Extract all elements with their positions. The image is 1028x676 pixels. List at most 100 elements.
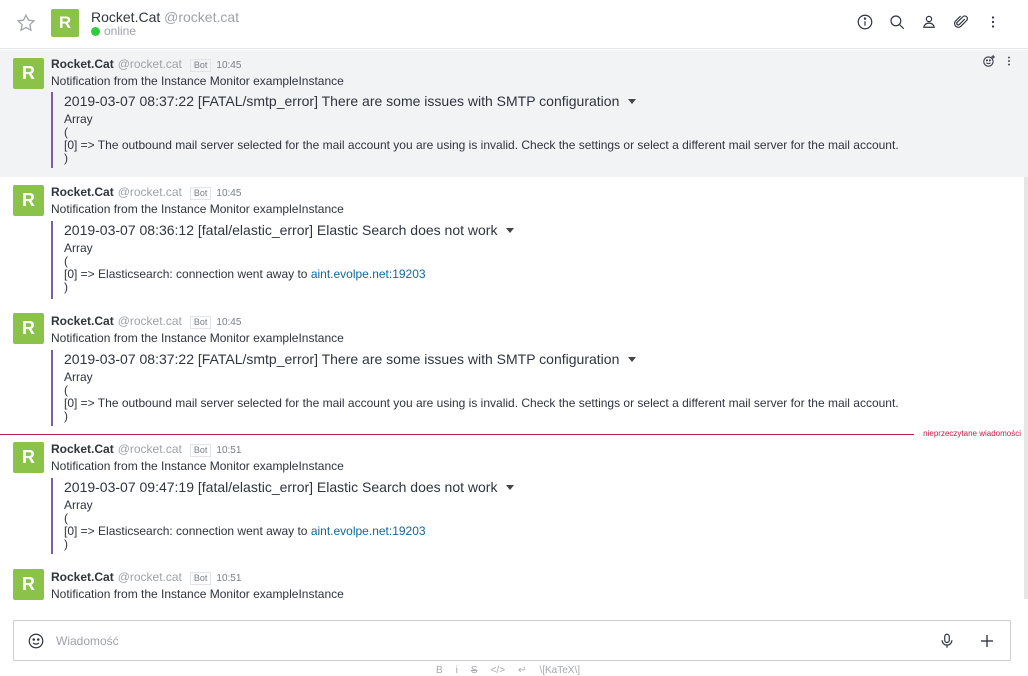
attachment-line: ) bbox=[64, 409, 68, 423]
attachment-body: Array ( [0] => The outbound mail server … bbox=[64, 113, 901, 165]
search-icon[interactable] bbox=[888, 13, 906, 31]
attachment: 2019-03-07 09:47:19 [fatal/elastic_error… bbox=[51, 478, 901, 554]
user-icon[interactable] bbox=[920, 13, 938, 31]
collapse-caret-icon[interactable] bbox=[506, 484, 515, 490]
message-time: 10:51 bbox=[216, 445, 242, 456]
bot-badge: Bot bbox=[189, 572, 212, 585]
message-time: 10:45 bbox=[216, 317, 242, 328]
microphone-icon[interactable] bbox=[938, 632, 956, 650]
attachment: 2019-03-07 08:37:22 [FATAL/smtp_error] T… bbox=[51, 350, 901, 426]
attachment-title-text: 2019-03-07 09:47:19 [fatal/elastic_error… bbox=[64, 479, 498, 495]
message-username: @rocket.cat bbox=[117, 57, 182, 71]
message[interactable]: R Rocket.Cat @rocket.cat Bot 10:45 Notif… bbox=[0, 50, 1028, 177]
attachment-line: Array bbox=[64, 241, 93, 255]
message-author[interactable]: Rocket.Cat bbox=[51, 185, 114, 199]
online-status-dot bbox=[91, 26, 100, 36]
message-menu-icon[interactable] bbox=[1004, 54, 1014, 68]
room-title: Rocket.Cat @rocket.cat bbox=[91, 9, 239, 25]
message-meta: Rocket.Cat @rocket.cat Bot 10:51 bbox=[51, 570, 241, 585]
attachment-title-text: 2019-03-07 08:37:22 [FATAL/smtp_error] T… bbox=[64, 93, 620, 109]
attachment-title[interactable]: 2019-03-07 09:47:19 [fatal/elastic_error… bbox=[64, 478, 901, 496]
bot-badge: Bot bbox=[189, 187, 212, 200]
add-reaction-icon[interactable] bbox=[982, 54, 996, 68]
host-link[interactable]: aint.evolpe.net:19203 bbox=[311, 267, 426, 281]
room-avatar: R bbox=[51, 9, 79, 37]
bold-button[interactable]: B bbox=[436, 665, 443, 676]
plus-icon[interactable] bbox=[978, 632, 996, 650]
attachment-title[interactable]: 2019-03-07 08:37:22 [FATAL/smtp_error] T… bbox=[64, 350, 901, 368]
attachment-line: Array bbox=[64, 498, 93, 512]
message-username: @rocket.cat bbox=[117, 570, 182, 584]
message-text: Notification from the Instance Monitor e… bbox=[51, 331, 344, 345]
room-header: R Rocket.Cat @rocket.cat online bbox=[0, 0, 1028, 49]
message-list[interactable]: R Rocket.Cat @rocket.cat Bot 10:45 Notif… bbox=[0, 50, 1028, 600]
attachment-body: Array ( [0] => Elasticsearch: connection… bbox=[64, 242, 901, 294]
kebab-menu-icon[interactable] bbox=[984, 13, 1002, 31]
attachment-line: Array bbox=[64, 370, 93, 384]
message[interactable]: R Rocket.Cat @rocket.cat Bot 10:45 Notif… bbox=[0, 306, 1028, 434]
collapse-caret-icon[interactable] bbox=[628, 98, 637, 104]
status-text: online bbox=[104, 24, 137, 38]
italic-button[interactable]: i bbox=[456, 665, 458, 676]
message-text: Notification from the Instance Monitor e… bbox=[51, 74, 344, 88]
room-username: @rocket.cat bbox=[164, 9, 240, 25]
message[interactable]: R Rocket.Cat @rocket.cat Bot 10:51 Notif… bbox=[0, 436, 1028, 562]
strike-button[interactable]: S bbox=[471, 665, 478, 676]
message-author[interactable]: Rocket.Cat bbox=[51, 57, 114, 71]
attachment-line: [0] => The outbound mail server selected… bbox=[64, 138, 899, 152]
message-author[interactable]: Rocket.Cat bbox=[51, 314, 114, 328]
unread-divider-line bbox=[0, 434, 914, 435]
message-input[interactable] bbox=[56, 629, 916, 653]
message-time: 10:45 bbox=[216, 188, 242, 199]
message-actions bbox=[982, 54, 1014, 68]
katex-button[interactable]: \[KaTeX\] bbox=[539, 665, 580, 676]
message-meta: Rocket.Cat @rocket.cat Bot 10:45 bbox=[51, 314, 241, 329]
attachment-body: Array ( [0] => The outbound mail server … bbox=[64, 371, 901, 423]
room-status: online bbox=[91, 24, 136, 38]
avatar[interactable]: R bbox=[13, 58, 44, 89]
bot-badge: Bot bbox=[189, 444, 212, 457]
message-author[interactable]: Rocket.Cat bbox=[51, 442, 114, 456]
attachment-line: ) bbox=[64, 151, 68, 165]
message-meta: Rocket.Cat @rocket.cat Bot 10:45 bbox=[51, 57, 241, 72]
attachment-line-text: [0] => Elasticsearch: connection went aw… bbox=[64, 524, 311, 538]
bot-badge: Bot bbox=[189, 59, 212, 72]
formatting-toolbar: B i S </> ↵ \[KaTeX\] bbox=[436, 665, 580, 676]
newline-button[interactable]: ↵ bbox=[518, 665, 526, 676]
host-link[interactable]: aint.evolpe.net:19203 bbox=[311, 524, 426, 538]
message[interactable]: R Rocket.Cat @rocket.cat Bot 10:45 Notif… bbox=[0, 178, 1028, 306]
paperclip-icon[interactable] bbox=[952, 13, 970, 31]
bot-badge: Bot bbox=[189, 316, 212, 329]
avatar[interactable]: R bbox=[13, 442, 44, 473]
message-author[interactable]: Rocket.Cat bbox=[51, 570, 114, 584]
message-text: Notification from the Instance Monitor e… bbox=[51, 202, 344, 216]
attachment-title-text: 2019-03-07 08:36:12 [fatal/elastic_error… bbox=[64, 222, 498, 238]
avatar[interactable]: R bbox=[13, 569, 44, 600]
avatar[interactable]: R bbox=[13, 185, 44, 216]
emoji-icon[interactable] bbox=[27, 632, 45, 650]
collapse-caret-icon[interactable] bbox=[628, 356, 637, 362]
attachment-title[interactable]: 2019-03-07 08:37:22 [FATAL/smtp_error] T… bbox=[64, 92, 901, 110]
code-button[interactable]: </> bbox=[491, 665, 505, 676]
header-toolbar bbox=[856, 13, 1002, 31]
message-text: Notification from the Instance Monitor e… bbox=[51, 587, 344, 600]
message-username: @rocket.cat bbox=[117, 442, 182, 456]
scrollbar[interactable] bbox=[1024, 177, 1028, 599]
attachment-title[interactable]: 2019-03-07 08:36:12 [fatal/elastic_error… bbox=[64, 221, 901, 239]
message-text: Notification from the Instance Monitor e… bbox=[51, 459, 344, 473]
info-icon[interactable] bbox=[856, 13, 874, 31]
attachment: 2019-03-07 08:36:12 [fatal/elastic_error… bbox=[51, 221, 901, 299]
attachment-line: [0] => Elasticsearch: connection went aw… bbox=[64, 525, 901, 538]
star-icon[interactable] bbox=[16, 13, 36, 33]
avatar[interactable]: R bbox=[13, 313, 44, 344]
message-composer bbox=[13, 620, 1011, 661]
attachment-line: [0] => The outbound mail server selected… bbox=[64, 396, 899, 410]
message[interactable]: R Rocket.Cat @rocket.cat Bot 10:51 Notif… bbox=[0, 562, 1028, 600]
attachment-line-text: [0] => Elasticsearch: connection went aw… bbox=[64, 267, 311, 281]
attachment-line: Array bbox=[64, 112, 93, 126]
attachment-title-text: 2019-03-07 08:37:22 [FATAL/smtp_error] T… bbox=[64, 351, 620, 367]
message-meta: Rocket.Cat @rocket.cat Bot 10:45 bbox=[51, 185, 241, 200]
attachment-line: ) bbox=[64, 280, 68, 294]
collapse-caret-icon[interactable] bbox=[506, 227, 515, 233]
message-meta: Rocket.Cat @rocket.cat Bot 10:51 bbox=[51, 442, 241, 457]
